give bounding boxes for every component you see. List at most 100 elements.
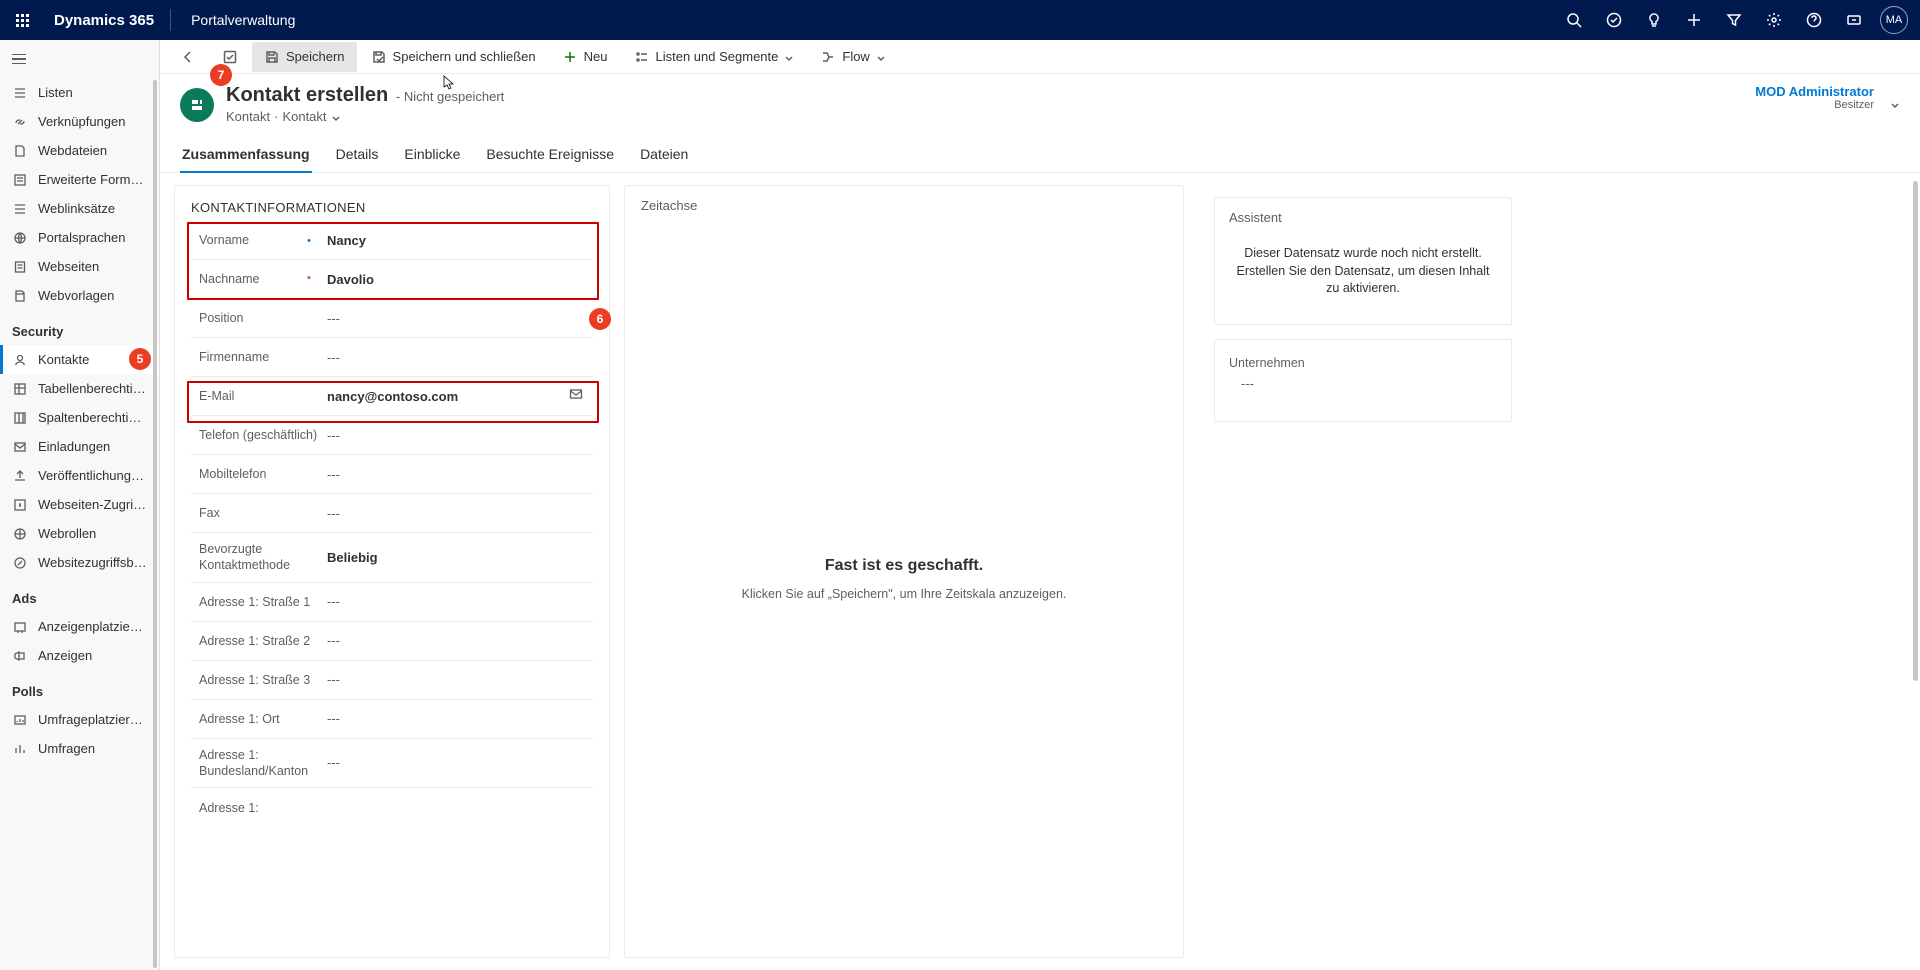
sidebar-item-label: Erweiterte Formul... [38, 172, 147, 187]
field-label: Position [191, 311, 321, 325]
company-value[interactable]: --- [1229, 376, 1497, 391]
field-row[interactable]: Adresse 1: [191, 788, 593, 827]
save-close-button[interactable]: Speichern und schließen [359, 42, 548, 72]
sidebar-item-top-5[interactable]: Portalsprachen [0, 223, 159, 252]
field-value[interactable]: --- [321, 428, 593, 443]
field-row[interactable]: Adresse 1: Straße 2--- [191, 622, 593, 661]
sidebar-item-top-0[interactable]: Listen [0, 78, 159, 107]
breadcrumb-entity[interactable]: Kontakt [226, 109, 270, 124]
sidebar-item-sec-7[interactable]: Websitezugriffsbe... [0, 548, 159, 577]
sidebar-scrollbar[interactable] [153, 80, 157, 968]
field-value[interactable]: Davolio [321, 272, 593, 287]
sidebar-item-ads-1[interactable]: Anzeigen [0, 641, 159, 670]
tab-3[interactable]: Besuchte Ereignisse [484, 140, 616, 172]
lightbulb-icon[interactable] [1634, 0, 1674, 40]
top-bar-left: Dynamics 365 Portalverwaltung [6, 4, 305, 36]
save-label: Speichern [286, 49, 345, 64]
field-row[interactable]: Mobiltelefon--- [191, 455, 593, 494]
template-icon [12, 288, 28, 304]
tab-0[interactable]: Zusammenfassung [180, 140, 312, 172]
sidebar-item-top-3[interactable]: Erweiterte Formul... [0, 165, 159, 194]
right-column: Assistent Dieser Datensatz wurde noch ni… [1198, 185, 1528, 958]
tutorial-badge-5: 5 [129, 348, 151, 370]
field-row[interactable]: Vorname•Nancy [191, 221, 593, 260]
chevron-down-icon[interactable] [1890, 99, 1900, 109]
sidebar-item-top-6[interactable]: Webseiten [0, 252, 159, 281]
sidebar: Listen VerknüpfungenWebdateien Erweiterte … [0, 40, 160, 970]
content-scrollbar[interactable] [1913, 181, 1918, 681]
breadcrumb-form[interactable]: Kontakt [282, 109, 326, 124]
sidebar-item-top-2[interactable]: Webdateien [0, 136, 159, 165]
search-icon[interactable] [1554, 0, 1594, 40]
timeline-panel: Zeitachse Fast ist es geschafft. Klicken… [624, 185, 1184, 958]
plus-icon[interactable] [1674, 0, 1714, 40]
flow-button[interactable]: Flow [808, 42, 897, 72]
field-row[interactable]: Adresse 1: Straße 3--- [191, 661, 593, 700]
app-launcher-icon[interactable] [6, 4, 38, 36]
sidebar-item-top-1[interactable]: Verknüpfungen [0, 107, 159, 136]
sidebar-item-label: Listen [38, 85, 73, 100]
timeline-title: Zeitachse [641, 198, 1167, 213]
gear-icon[interactable] [1754, 0, 1794, 40]
sidebar-item-sec-2[interactable]: Spaltenberechtigu... [0, 403, 159, 432]
brand-name[interactable]: Dynamics 365 [48, 12, 160, 29]
mail-icon[interactable] [569, 387, 587, 405]
sidebar-item-label: Anzeigenplatzieru... [38, 619, 147, 634]
chevron-down-icon[interactable] [331, 112, 341, 122]
new-button[interactable]: Neu [550, 42, 620, 72]
field-row[interactable]: Bevorzugte KontaktmethodeBeliebig [191, 533, 593, 583]
content: KONTAKTINFORMATIONEN Vorname•NancyNachna… [160, 173, 1920, 970]
field-row[interactable]: Firmenname--- [191, 338, 593, 377]
owner-block[interactable]: MOD Administrator Besitzer [1755, 84, 1874, 111]
field-row[interactable]: Nachname*Davolio [191, 260, 593, 299]
company-panel: Unternehmen --- [1214, 339, 1512, 422]
file-icon [12, 143, 28, 159]
field-value[interactable]: --- [321, 467, 593, 482]
field-row[interactable]: E-Mailnancy@contoso.com [191, 377, 593, 416]
tab-1[interactable]: Details [334, 140, 381, 172]
field-row[interactable]: Adresse 1: Straße 1--- [191, 583, 593, 622]
field-value[interactable]: --- [321, 350, 593, 365]
field-value[interactable]: Beliebig [321, 550, 593, 565]
sidebar-item-sec-0[interactable]: Kontakte5 [0, 345, 159, 374]
record-header: Kontakt erstellen - Nicht gespeichert Ko… [160, 74, 1920, 124]
sidebar-item-top-4[interactable]: Weblinksätze [0, 194, 159, 223]
hamburger-icon[interactable] [0, 40, 159, 78]
field-row[interactable]: Position--- [191, 299, 593, 338]
field-row[interactable]: Adresse 1: Bundesland/Kanton--- [191, 739, 593, 789]
field-value[interactable]: --- [321, 311, 593, 326]
sidebar-item-sec-5[interactable]: Webseiten-Zugriff... [0, 490, 159, 519]
field-row[interactable]: Telefon (geschäftlich)--- [191, 416, 593, 455]
app-title[interactable]: Portalverwaltung [181, 12, 305, 28]
tab-4[interactable]: Dateien [638, 140, 690, 172]
field-value[interactable]: --- [321, 711, 593, 726]
lists-segments-button[interactable]: Listen und Segmente [622, 42, 807, 72]
field-value[interactable]: Nancy [321, 233, 593, 248]
field-value[interactable]: --- [321, 672, 593, 687]
sidebar-item-ads-0[interactable]: Anzeigenplatzieru... [0, 612, 159, 641]
field-value[interactable]: --- [321, 506, 593, 521]
sidebar-item-sec-3[interactable]: Einladungen [0, 432, 159, 461]
assistant-icon[interactable] [1834, 0, 1874, 40]
field-row[interactable]: Fax--- [191, 494, 593, 533]
sidebar-item-polls-0[interactable]: Umfrageplatzieru... [0, 705, 159, 734]
back-button[interactable] [168, 42, 208, 72]
sidebar-item-sec-1[interactable]: Tabellenberechtig... [0, 374, 159, 403]
tab-2[interactable]: Einblicke [402, 140, 462, 172]
sidebar-item-sec-4[interactable]: Veröffentlichungs... [0, 461, 159, 490]
sidebar-item-sec-6[interactable]: Webrollen [0, 519, 159, 548]
help-icon[interactable] [1794, 0, 1834, 40]
save-button[interactable]: Speichern [252, 42, 357, 72]
sidebar-item-label: Tabellenberechtig... [38, 381, 147, 396]
field-row[interactable]: Adresse 1: Ort--- [191, 700, 593, 739]
avatar[interactable]: MA [1880, 6, 1908, 34]
field-value[interactable]: --- [321, 633, 593, 648]
field-value[interactable]: --- [321, 594, 593, 609]
field-value[interactable]: --- [321, 755, 593, 770]
sidebar-item-polls-1[interactable]: Umfragen [0, 734, 159, 763]
chevron-down-icon [876, 52, 886, 62]
field-value[interactable]: nancy@contoso.com [321, 389, 569, 404]
sidebar-item-top-7[interactable]: Webvorlagen [0, 281, 159, 310]
filter-icon[interactable] [1714, 0, 1754, 40]
task-icon[interactable] [1594, 0, 1634, 40]
